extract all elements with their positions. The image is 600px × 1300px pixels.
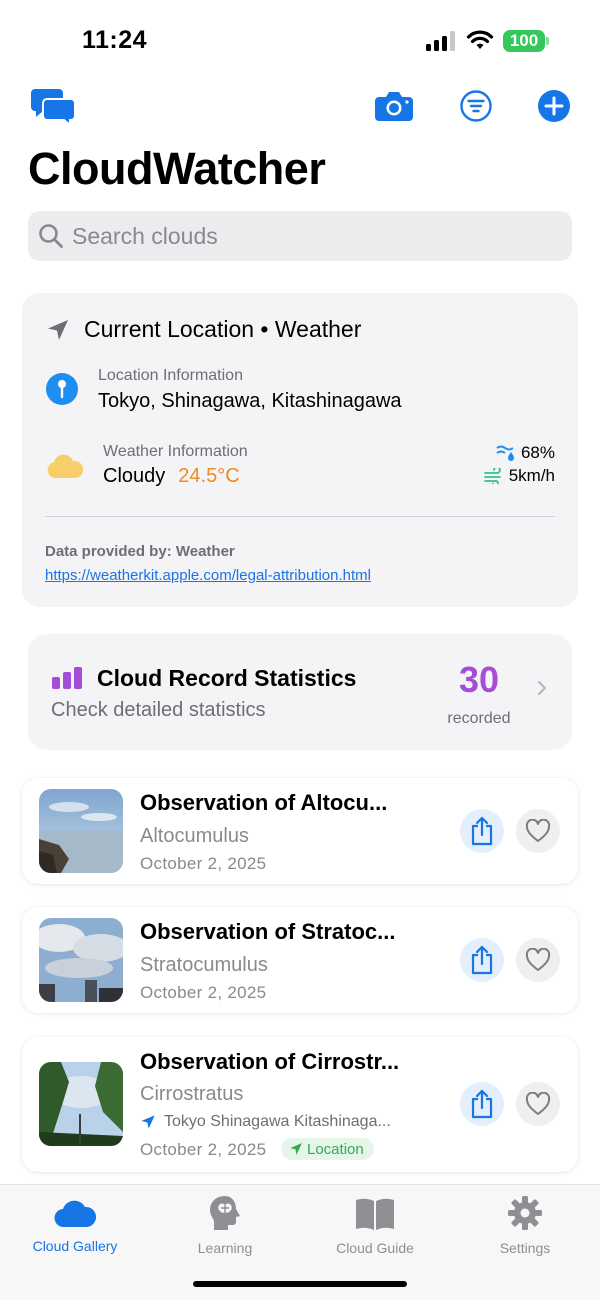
statistics-subtitle: Check detailed statistics (51, 699, 266, 721)
heart-icon (525, 948, 551, 971)
share-button[interactable] (460, 938, 504, 982)
observation-title: Observation of Altocu... (140, 790, 388, 815)
observation-row[interactable]: Observation of Stratoc... Stratocumulus … (22, 907, 578, 1013)
cloud-icon (54, 1200, 97, 1228)
add-icon[interactable] (532, 86, 576, 126)
location-value: Tokyo, Shinagawa, Kitashinagawa (98, 390, 402, 412)
weather-label: Weather Information (103, 443, 248, 460)
cloud-type: Cirrostratus (140, 1083, 244, 1105)
share-icon (471, 816, 493, 846)
observation-date: October 2, 2025 (140, 983, 267, 1002)
observation-thumbnail (39, 918, 123, 1002)
tab-label: Cloud Gallery (32, 1238, 118, 1254)
observation-row[interactable]: Observation of Altocu... Altocumulus Oct… (22, 778, 578, 884)
observation-location: Tokyo Shinagawa Kitashinaga... (164, 1113, 391, 1130)
humidity-value: 68% (520, 443, 555, 462)
observation-date: October 2, 2025 (140, 854, 267, 873)
humidity-icon (496, 445, 514, 461)
observation-title: Observation of Stratoc... (140, 919, 396, 944)
statistics-title: Cloud Record Statistics (97, 665, 357, 691)
share-button[interactable] (460, 1082, 504, 1126)
weather-card-title: Current Location • Weather (84, 316, 362, 342)
cellular-signal-icon (426, 31, 455, 51)
divider (45, 516, 555, 517)
camera-icon[interactable] (372, 86, 416, 126)
battery-icon: 100 (503, 30, 549, 52)
cloud-type: Stratocumulus (140, 954, 268, 976)
record-count: 30 (458, 659, 500, 700)
gear-icon (508, 1196, 542, 1230)
tab-learning[interactable]: Learning (165, 1195, 285, 1256)
tab-settings[interactable]: Settings (465, 1195, 585, 1256)
weather-condition: Cloudy (103, 465, 166, 487)
bar-chart-icon (52, 667, 82, 689)
favorite-button[interactable] (516, 809, 560, 853)
share-icon (471, 1089, 493, 1119)
attribution-link[interactable]: https://weatherkit.apple.com/legal-attri… (45, 567, 371, 584)
location-label: Location Information (98, 367, 243, 384)
temperature: 24.5°C (178, 465, 240, 487)
wind-icon (483, 468, 501, 484)
observation-thumbnail (39, 789, 123, 873)
share-icon (471, 945, 493, 975)
chat-bubbles-icon[interactable] (31, 86, 75, 126)
search-input[interactable]: Search clouds (28, 211, 572, 261)
observation-thumbnail (39, 1062, 123, 1146)
heart-icon (525, 1092, 551, 1115)
share-button[interactable] (460, 809, 504, 853)
observation-date: October 2, 2025 (140, 1140, 267, 1159)
weather-card: Current Location • Weather Location Info… (22, 293, 578, 607)
map-pin-icon (46, 373, 78, 405)
tab-label: Cloud Guide (336, 1240, 414, 1256)
favorite-button[interactable] (516, 938, 560, 982)
statistics-card[interactable]: Cloud Record Statistics Check detailed s… (28, 634, 572, 750)
observation-row[interactable]: Observation of Cirrostr... Cirrostratus … (22, 1037, 578, 1172)
wifi-icon (466, 30, 494, 49)
home-indicator (193, 1281, 407, 1287)
tab-label: Settings (499, 1240, 551, 1256)
search-icon (39, 224, 63, 248)
search-placeholder: Search clouds (72, 223, 218, 249)
battery-level: 100 (503, 30, 545, 52)
location-arrow-icon (290, 1143, 302, 1155)
status-time: 11:24 (82, 26, 148, 54)
page-title: CloudWatcher (28, 143, 326, 194)
location-arrow-icon (141, 1115, 155, 1129)
book-icon (356, 1198, 394, 1230)
attribution-label: Data provided by: Weather (45, 543, 235, 560)
observation-title: Observation of Cirrostr... (140, 1049, 400, 1074)
chevron-right-icon (538, 681, 546, 695)
tab-cloud-gallery[interactable]: Cloud Gallery (15, 1195, 135, 1254)
heart-icon (525, 819, 551, 842)
location-arrow-icon (48, 320, 68, 340)
cloud-type: Altocumulus (140, 825, 249, 847)
wind-value: 5km/h (508, 466, 555, 485)
filter-icon[interactable] (454, 86, 498, 126)
tab-cloud-guide[interactable]: Cloud Guide (315, 1195, 435, 1256)
tab-label: Learning (197, 1240, 253, 1256)
brain-head-icon (210, 1196, 240, 1230)
location-badge-label: Location (307, 1140, 364, 1158)
favorite-button[interactable] (516, 1082, 560, 1126)
cloud-icon (47, 454, 84, 478)
record-count-label: recorded (447, 710, 511, 727)
location-badge: Location (281, 1138, 374, 1160)
